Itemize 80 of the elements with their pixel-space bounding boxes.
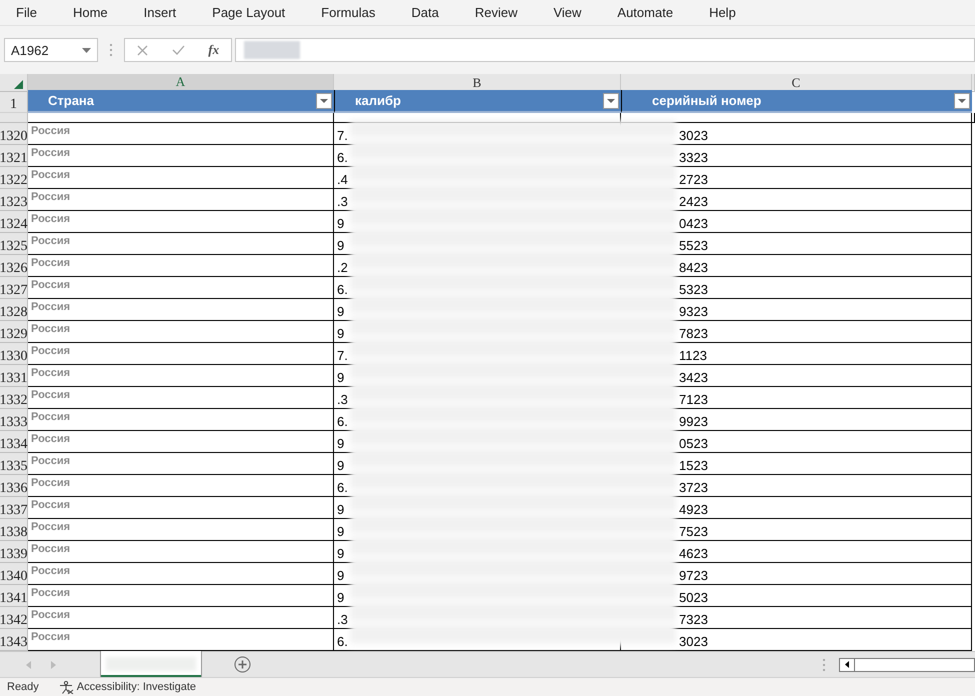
table-cell: Россия [28, 255, 334, 277]
insert-function-button[interactable]: fx [208, 42, 220, 58]
row-number[interactable]: 1331 [0, 365, 28, 387]
scroll-left-icon[interactable] [845, 661, 849, 668]
check-icon[interactable] [172, 45, 185, 55]
row-number[interactable]: 1329 [0, 321, 28, 343]
menu-tab[interactable]: Insert [144, 2, 192, 23]
table-cell: Россия [28, 233, 334, 255]
accessibility-icon[interactable] [58, 680, 74, 694]
table-cell: Россия [28, 211, 334, 233]
table-cell: Россия [28, 343, 334, 365]
table-header-cell-text: Страна [47, 93, 94, 108]
table-header-cell-text: серийный номер [651, 93, 762, 108]
row-number[interactable]: 1334 [0, 431, 28, 453]
row-number[interactable]: 1323 [0, 189, 28, 211]
row-number[interactable]: 1341 [0, 585, 28, 607]
status-text: Ready [7, 681, 39, 693]
name-box[interactable]: A1962 [4, 38, 98, 62]
table-cell: Россия [28, 475, 334, 497]
table-cell: Россия [28, 123, 334, 145]
table-cell: Россия [28, 563, 334, 585]
cancel-icon[interactable] [136, 44, 148, 56]
table-cell: Россия [28, 189, 334, 211]
menu-tab[interactable]: Data [411, 2, 455, 23]
menu-tab[interactable]: Home [72, 2, 124, 23]
table-cell: Россия [28, 431, 334, 453]
filter-button[interactable] [603, 92, 619, 108]
table-cell: Россия [28, 519, 334, 541]
row-number[interactable]: 1 [0, 90, 28, 113]
row-number[interactable]: 1335 [0, 453, 28, 475]
caret-icon [958, 98, 966, 102]
menu-tab[interactable]: Page Layout [212, 2, 302, 23]
row-number[interactable]: 1328 [0, 299, 28, 321]
table-header-cell-text: калибр [354, 93, 401, 108]
row-number[interactable]: 1327 [0, 277, 28, 299]
table-cell: Россия [28, 365, 334, 387]
filter-button[interactable] [954, 92, 970, 108]
row-number[interactable]: 1326 [0, 255, 28, 277]
table-cell: Россия [28, 321, 334, 343]
menu-tab[interactable]: Help [709, 2, 752, 23]
caret-icon [607, 98, 615, 102]
row-number[interactable]: 1330 [0, 343, 28, 365]
row-number[interactable]: 1339 [0, 541, 28, 563]
menu-tab[interactable]: View [553, 2, 598, 23]
row-number[interactable]: 1333 [0, 409, 28, 431]
row-number[interactable]: 1340 [0, 563, 28, 585]
menu-tab[interactable]: Formulas [321, 2, 392, 23]
row-number[interactable]: 1321 [0, 145, 28, 167]
table-cell: Россия [28, 387, 334, 409]
row-number[interactable]: 1325 [0, 233, 28, 255]
table-cell: Россия [28, 607, 334, 629]
row-number[interactable]: 1342 [0, 607, 28, 629]
add-sheet-icon[interactable] [234, 656, 251, 673]
row-number[interactable]: 1332 [0, 387, 28, 409]
menu-tab[interactable]: Automate [617, 2, 690, 23]
formula-field[interactable] [235, 38, 975, 62]
accessibility-status[interactable]: Accessibility: Investigate [76, 681, 196, 693]
menu-tab[interactable]: Review [474, 2, 534, 23]
filter-button[interactable] [316, 92, 332, 108]
table-cell: Россия [28, 167, 334, 189]
row-number[interactable]: 1336 [0, 475, 28, 497]
row-number[interactable]: 1320 [0, 123, 28, 145]
sheet-tab[interactable] [100, 651, 202, 677]
row-number[interactable]: 1324 [0, 211, 28, 233]
table-cell: Россия [28, 299, 334, 321]
horizontal-scrollbar[interactable] [839, 658, 975, 672]
caret-icon [320, 98, 328, 102]
menu-tab[interactable]: File [16, 2, 53, 23]
dropdown-icon[interactable] [82, 48, 91, 52]
table-cell: Россия [28, 585, 334, 607]
table-cell: Россия [28, 277, 334, 299]
table-cell: Россия [28, 409, 334, 431]
table-cell: Россия [28, 497, 334, 519]
table-cell: Россия [28, 453, 334, 475]
table-cell: Россия [28, 145, 334, 167]
row-number[interactable]: 1322 [0, 167, 28, 189]
row-number[interactable]: 1337 [0, 497, 28, 519]
table-cell: Россия [28, 541, 334, 563]
row-number[interactable]: 1338 [0, 519, 28, 541]
row-number[interactable]: 1343 [0, 629, 28, 651]
